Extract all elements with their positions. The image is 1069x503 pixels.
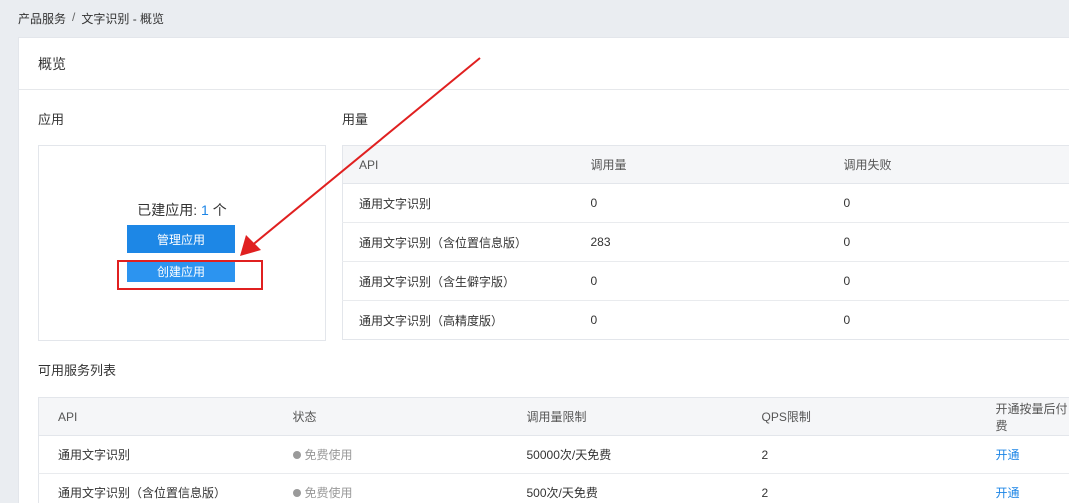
- usage-calls: 0: [590, 313, 598, 327]
- activate-link[interactable]: 开通: [996, 486, 1020, 500]
- services-table: API 状态 调用量限制 QPS限制 开通按量后付费 通用文字识别 免费使用 5…: [38, 397, 1069, 503]
- status-dot-icon: [292, 488, 301, 497]
- usage-failures: 0: [843, 313, 851, 327]
- activate-link[interactable]: 开通: [996, 448, 1020, 462]
- usage-failures: 0: [843, 222, 1069, 262]
- breadcrumb-separator: /: [72, 10, 76, 24]
- usage-calls: 283: [590, 222, 844, 262]
- usage-table: API 调用量 调用失败 通用文字识别 0 0 通用文字识别（含位置信息版） 2…: [342, 145, 1069, 340]
- usage-header-calls: 调用量: [590, 145, 844, 184]
- service-status-cell: 免费使用: [273, 473, 508, 503]
- usage-header-failures: 调用失败: [843, 145, 1069, 184]
- service-action-cell: 开通: [976, 473, 1069, 503]
- service-api: 通用文字识别（含位置信息版）: [38, 473, 274, 503]
- service-limit: 500次/天免费: [507, 473, 743, 503]
- overview-card: 概览 应用 用量 已建应用: 1 个 管理应用 创建应用 API 调用量 调用失…: [18, 37, 1069, 503]
- services-header-limit: 调用量限制: [507, 397, 743, 436]
- status-dot-icon: [292, 450, 301, 459]
- usage-api: 通用文字识别（含生僻字版）: [342, 261, 591, 301]
- breadcrumb-root[interactable]: 产品服务: [18, 10, 66, 27]
- table-row: 通用文字识别（含生僻字版） 0 0: [342, 261, 1069, 301]
- breadcrumb: 产品服务 / 文字识别 - 概览: [18, 10, 164, 27]
- services-section-title: 可用服务列表: [38, 363, 117, 378]
- table-row: 通用文字识别（含位置信息版） 283 0: [342, 222, 1069, 262]
- service-api: 通用文字识别: [38, 435, 274, 474]
- service-limit: 50000次/天免费: [507, 435, 743, 474]
- usage-section-title: 用量: [342, 112, 369, 127]
- breadcrumb-current: 文字识别 - 概览: [81, 12, 165, 26]
- usage-failures: 0: [843, 183, 1069, 223]
- usage-api: 通用文字识别（含位置信息版）: [342, 222, 591, 262]
- service-qps: 2: [742, 473, 977, 503]
- table-row: 通用文字识别 免费使用 50000次/天免费 2 开通: [38, 435, 1069, 474]
- usage-calls: 0: [590, 183, 844, 223]
- app-count-label: 已建应用:: [137, 202, 198, 218]
- app-count-unit: 个: [212, 202, 227, 218]
- apps-panel: 已建应用: 1 个 管理应用 创建应用: [38, 145, 326, 341]
- apps-section-title: 应用: [38, 112, 65, 127]
- service-status-cell: 免费使用: [273, 435, 508, 474]
- page-title: 概览: [19, 38, 1069, 90]
- table-row: 通用文字识别（含位置信息版） 免费使用 500次/天免费 2 开通: [38, 473, 1069, 503]
- service-qps: 2: [742, 435, 977, 474]
- services-header-status: 状态: [273, 397, 508, 436]
- app-count-number: 1: [201, 202, 209, 218]
- manage-apps-button[interactable]: 管理应用: [127, 225, 235, 253]
- services-header-postpaid: 开通按量后付费: [976, 397, 1069, 436]
- usage-calls: 0: [590, 261, 844, 301]
- usage-failures: 0: [843, 261, 1069, 301]
- status-badge: 免费使用: [292, 484, 353, 501]
- status-text: 免费使用: [304, 486, 353, 500]
- services-header-row: API 状态 调用量限制 QPS限制 开通按量后付费: [38, 397, 1069, 436]
- usage-header-api: API: [342, 145, 591, 184]
- usage-header-row: API 调用量 调用失败: [342, 145, 1069, 184]
- create-app-button[interactable]: 创建应用: [127, 260, 235, 282]
- table-row: 通用文字识别（高精度版） 0 0: [343, 301, 1069, 340]
- app-count: 已建应用: 1 个: [39, 200, 325, 220]
- table-row: 通用文字识别 0 0: [342, 183, 1069, 223]
- status-text: 免费使用: [304, 448, 353, 462]
- usage-api: 通用文字识别（高精度版）: [359, 313, 504, 328]
- services-header-qps: QPS限制: [742, 397, 977, 436]
- status-badge: 免费使用: [292, 446, 353, 463]
- services-header-api: API: [38, 397, 274, 436]
- usage-api: 通用文字识别: [342, 183, 591, 223]
- service-action-cell: 开通: [976, 435, 1069, 474]
